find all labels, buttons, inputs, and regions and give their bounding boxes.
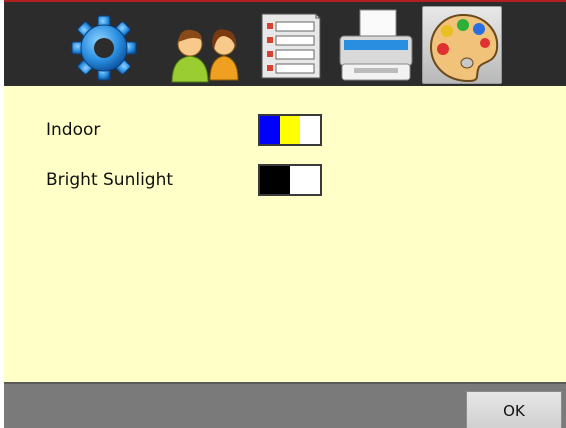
swatch-color [260, 166, 290, 194]
theme-swatch-indoor[interactable] [258, 114, 322, 146]
settings-window: Indoor Bright Sunlight OK [0, 0, 566, 428]
tab-list[interactable] [258, 6, 338, 84]
gear-icon [71, 15, 137, 81]
settings-toolbar [4, 0, 566, 86]
printer-icon [339, 9, 413, 81]
tab-users[interactable] [164, 6, 244, 84]
dialog-footer: OK [4, 382, 566, 428]
theme-row-bright-sunlight[interactable]: Bright Sunlight [4, 164, 566, 198]
theme-label: Indoor [46, 120, 101, 140]
theme-label: Bright Sunlight [46, 170, 174, 190]
theme-row-indoor[interactable]: Indoor [4, 114, 566, 148]
tab-printer[interactable] [336, 6, 416, 84]
swatch-color [280, 116, 300, 144]
users-icon [171, 29, 239, 83]
tab-display-theme[interactable] [422, 6, 502, 84]
theme-swatch-bright-sunlight[interactable] [258, 164, 322, 196]
tab-general-settings[interactable] [64, 6, 144, 84]
ok-button[interactable]: OK [466, 391, 562, 428]
swatch-color [290, 166, 320, 194]
theme-settings-panel: Indoor Bright Sunlight [4, 86, 566, 382]
list-icon [261, 13, 321, 79]
swatch-color [260, 116, 280, 144]
palette-icon [429, 13, 499, 83]
swatch-color [300, 116, 320, 144]
